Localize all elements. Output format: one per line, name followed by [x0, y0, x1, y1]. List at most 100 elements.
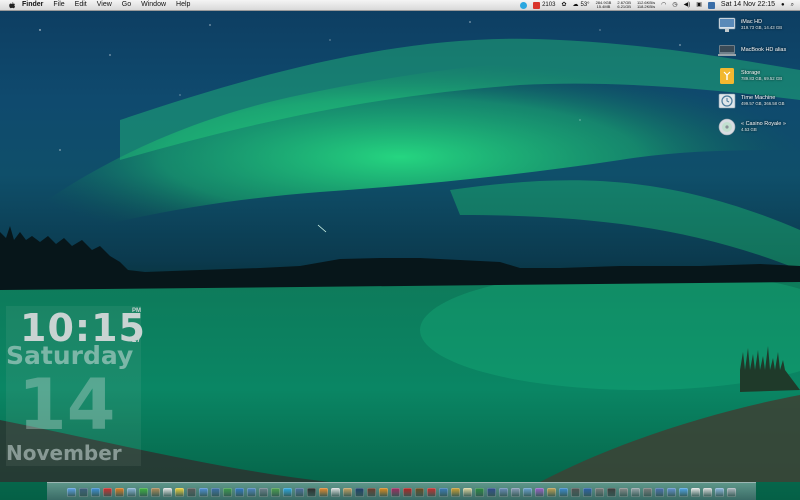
- dock-interface-builder-icon[interactable]: [511, 487, 520, 497]
- dock-imovie-icon[interactable]: [535, 487, 544, 497]
- dropbox-icon[interactable]: ✿: [561, 0, 566, 10]
- widget-month: November: [6, 441, 122, 465]
- dock-safari-icon[interactable]: [91, 487, 100, 497]
- dock-numbers-icon[interactable]: [475, 487, 484, 497]
- menu-app-finder[interactable]: Finder: [22, 0, 43, 10]
- dock-system-prefs-icon[interactable]: [259, 487, 268, 497]
- spaces-icon[interactable]: [707, 1, 715, 9]
- dock-downloads-icon[interactable]: [691, 487, 700, 497]
- dock-applications-icon[interactable]: [715, 487, 724, 497]
- dock-textedit-icon[interactable]: [331, 487, 340, 497]
- dock-trash-icon[interactable]: [727, 487, 736, 497]
- dock-time-machine-icon[interactable]: [223, 487, 232, 497]
- dock-cyberduck-icon[interactable]: [451, 487, 460, 497]
- macbook-hd-icon: [718, 45, 736, 56]
- dock-disk-utility-icon[interactable]: [631, 487, 640, 497]
- dock-mail-icon[interactable]: [127, 487, 136, 497]
- dock-preview-icon[interactable]: [343, 487, 352, 497]
- drive-size: 789.83 GB, 69.52 GB: [741, 75, 783, 81]
- dock-indesign-icon[interactable]: [391, 487, 400, 497]
- dock-spaces-icon[interactable]: [667, 487, 676, 497]
- dock-address-book-icon[interactable]: [151, 487, 160, 497]
- dock-app-store-icon[interactable]: [679, 487, 688, 497]
- disk-bottom: 6.21GB: [617, 4, 631, 9]
- drive-name: MacBook HD alias: [741, 47, 787, 53]
- dock-photo-booth-icon[interactable]: [187, 487, 196, 497]
- mail-status[interactable]: 2103: [533, 0, 555, 10]
- dock-vlc-icon[interactable]: [319, 487, 328, 497]
- network-meter[interactable]: 112.6KB/s 118.2KB/s: [637, 1, 655, 9]
- dock-pages-icon[interactable]: [463, 487, 472, 497]
- weather-status[interactable]: ☁ 53°: [572, 0, 589, 10]
- dock-activity-icon[interactable]: [271, 487, 280, 497]
- clock-widget[interactable]: 10:15 PM 27 Saturday 14 November: [6, 306, 145, 466]
- dock-ichat-icon[interactable]: [139, 487, 148, 497]
- dock-transmission-icon[interactable]: [427, 487, 436, 497]
- dock-calculator-icon[interactable]: [595, 487, 604, 497]
- dock-network-icon[interactable]: [235, 487, 244, 497]
- widget-ampm: PM: [132, 308, 141, 314]
- wifi-icon[interactable]: ◠: [661, 0, 666, 10]
- menu-file[interactable]: File: [53, 0, 64, 10]
- dock-firefox-icon[interactable]: [115, 487, 124, 497]
- menu-view[interactable]: View: [97, 0, 112, 10]
- dvd-disc-icon: [718, 118, 736, 135]
- time-machine-menu-icon[interactable]: ◷: [672, 0, 677, 10]
- dock-ical-icon[interactable]: [163, 487, 172, 497]
- dock-photoshop-icon[interactable]: [355, 487, 364, 497]
- dock-expose-icon[interactable]: [655, 487, 664, 497]
- dock-console-icon[interactable]: [643, 487, 652, 497]
- dock-grapher-icon[interactable]: [295, 487, 304, 497]
- weather-icon: ☁: [572, 2, 579, 8]
- dock-idvd-icon[interactable]: [571, 487, 580, 497]
- user-icon[interactable]: ●: [781, 0, 785, 10]
- drive-imac-hd[interactable]: iMac HD 319.73 GB, 14.43 GB: [718, 12, 796, 37]
- dock-acrobat-icon[interactable]: [403, 487, 412, 497]
- skype-status-icon[interactable]: [520, 1, 528, 9]
- dock-iweb-icon[interactable]: [559, 487, 568, 497]
- dock-quicktime-icon[interactable]: [211, 487, 220, 497]
- dock-iphoto-icon[interactable]: [523, 487, 532, 497]
- menu-edit[interactable]: Edit: [75, 0, 87, 10]
- dock-illustrator-icon[interactable]: [379, 487, 388, 497]
- drive-macbook-hd-alias[interactable]: MacBook HD alias: [718, 38, 796, 63]
- dock-garageband-icon[interactable]: [547, 487, 556, 497]
- drive-size: 499.57 GB, 366.58 GB: [741, 101, 785, 106]
- dock-keynote-icon[interactable]: [487, 487, 496, 497]
- memory-bottom: 15.4MB: [596, 4, 611, 9]
- temperature: 53°: [580, 2, 590, 8]
- drive-time-machine[interactable]: Time Machine 499.57 GB, 366.58 GB: [718, 89, 796, 114]
- dock-spotlight-icon[interactable]: [247, 487, 256, 497]
- desktop-wallpaper[interactable]: Finder File Edit View Go Window Help 210…: [0, 0, 800, 500]
- dock-coda-icon[interactable]: [439, 487, 448, 497]
- dock-opera-icon[interactable]: [103, 487, 112, 497]
- dock-finder-icon[interactable]: [67, 487, 76, 497]
- menu-help[interactable]: Help: [176, 0, 190, 10]
- volume-icon[interactable]: ◀): [684, 0, 691, 10]
- dock-dictionary-icon[interactable]: [583, 487, 592, 497]
- disk-meter[interactable]: 2.67GB 6.21GB: [617, 1, 631, 9]
- memory-meter[interactable]: 284.9GB 15.4MB: [596, 1, 612, 9]
- spotlight-search-icon[interactable]: ⌕: [791, 0, 794, 10]
- dock-stickies-icon[interactable]: [175, 487, 184, 497]
- apple-menu-icon[interactable]: [8, 1, 16, 9]
- gmail-icon: [533, 1, 541, 9]
- lock-icon[interactable]: ▣: [696, 0, 702, 10]
- menu-bar: Finder File Edit View Go Window Help 210…: [0, 0, 800, 11]
- dock-chess-icon[interactable]: [607, 487, 616, 497]
- dock-skype-icon[interactable]: [283, 487, 292, 497]
- dock-dashboard-icon[interactable]: [79, 487, 88, 497]
- dock-terminal-icon[interactable]: [307, 487, 316, 497]
- menu-window[interactable]: Window: [141, 0, 166, 10]
- drive-size: 319.73 GB, 14.43 GB: [741, 24, 783, 30]
- drive-casino-royale-dvd[interactable]: « Casino Royale » 4.53 GB: [718, 114, 796, 139]
- dock-bridge-icon[interactable]: [415, 487, 424, 497]
- dock-itunes-icon[interactable]: [199, 487, 208, 497]
- dock-font-book-icon[interactable]: [619, 487, 628, 497]
- dock-xcode-icon[interactable]: [499, 487, 508, 497]
- menu-clock[interactable]: Sat 14 Nov 22:15: [721, 0, 775, 10]
- menu-go[interactable]: Go: [122, 0, 131, 10]
- drive-storage[interactable]: Storage 789.83 GB, 69.52 GB: [718, 63, 796, 88]
- dock-fireworks-icon[interactable]: [367, 487, 376, 497]
- dock-documents-icon[interactable]: [703, 487, 712, 497]
